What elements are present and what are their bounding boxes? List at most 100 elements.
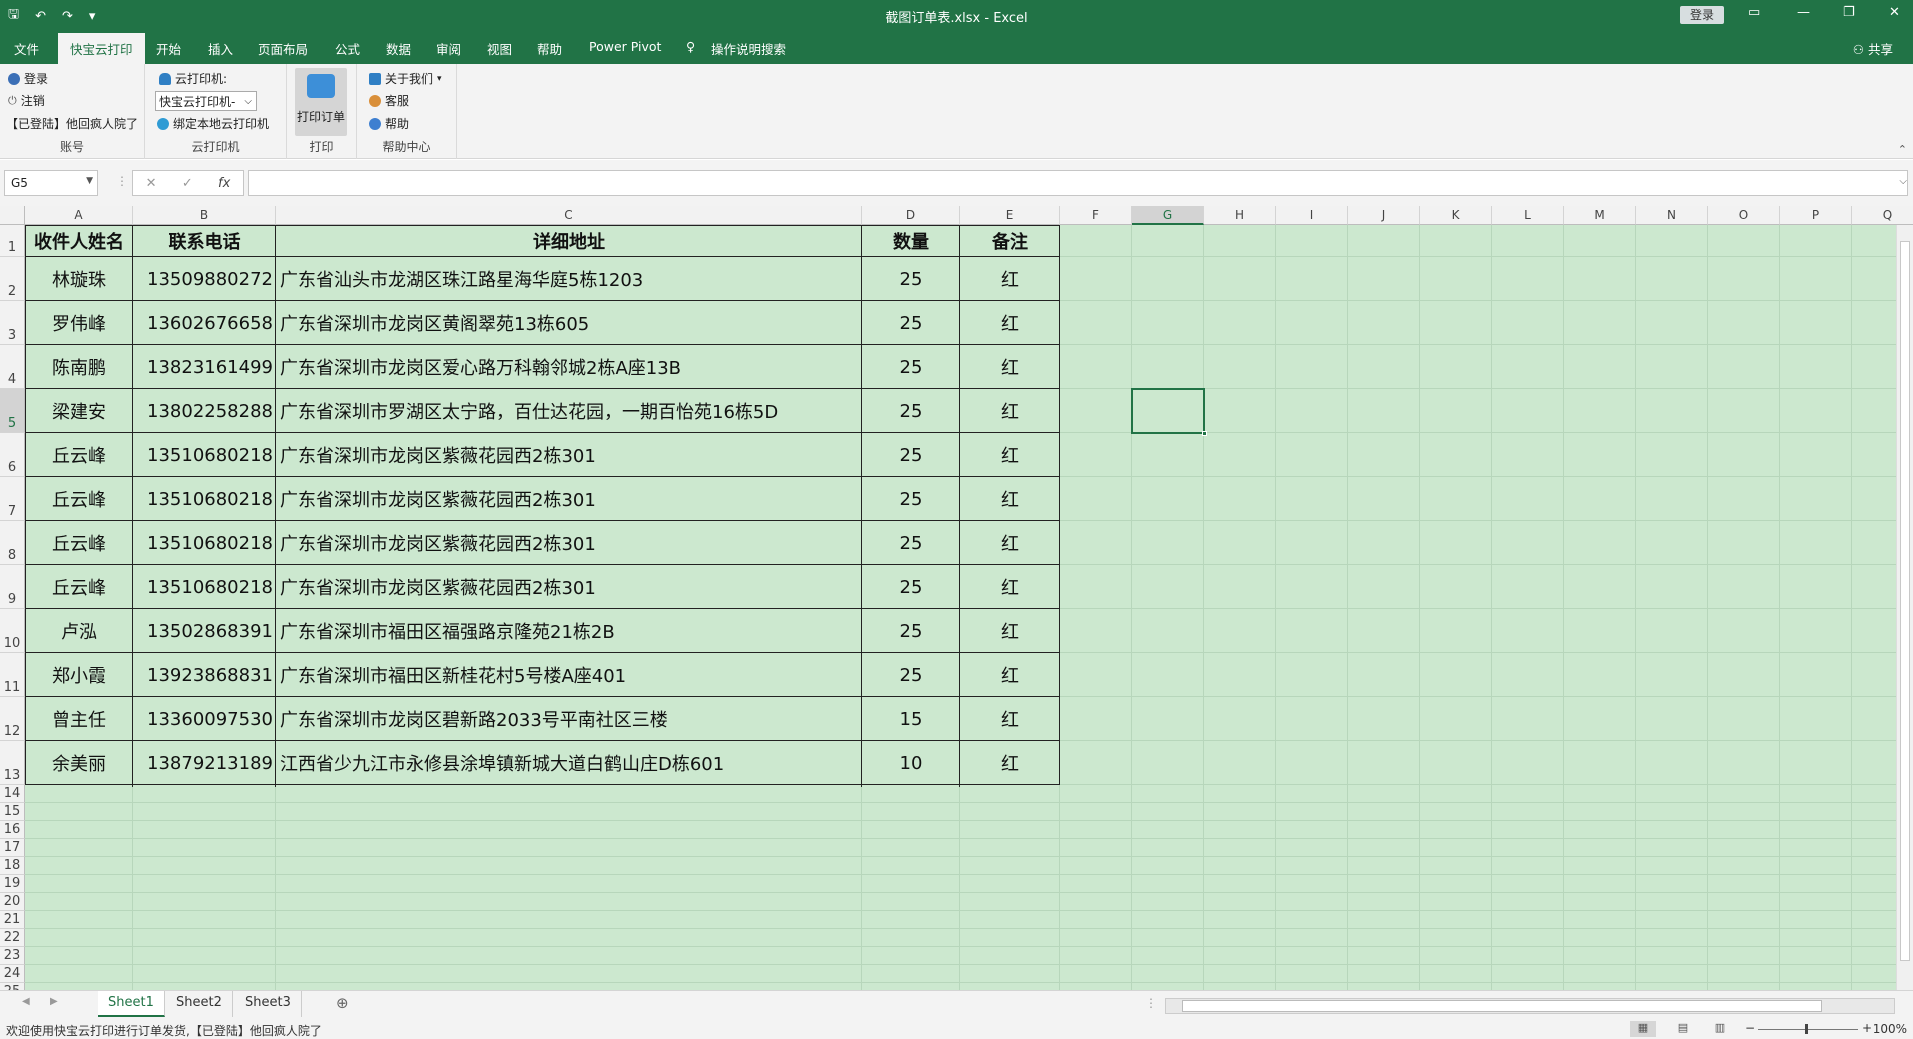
column-header[interactable]: D [862, 206, 960, 225]
row-header[interactable]: 19 [0, 875, 25, 893]
table-cell[interactable]: 收件人姓名 [25, 225, 133, 257]
cancel-icon[interactable]: ✕ [146, 176, 157, 191]
table-cell[interactable]: 25 [862, 653, 960, 697]
tab-file[interactable]: 文件 [14, 39, 39, 58]
table-cell[interactable]: 25 [862, 433, 960, 477]
page-break-view-icon[interactable]: ▥ [1707, 1021, 1733, 1037]
table-cell[interactable]: 25 [862, 345, 960, 389]
tab-home[interactable]: 开始 [156, 39, 181, 58]
bind-printer-button[interactable]: 绑定本地云打印机 [157, 115, 269, 132]
sheet-tab-3[interactable]: Sheet3 [235, 991, 302, 1017]
row-header[interactable]: 14 [0, 785, 25, 803]
table-cell[interactable]: 联系电话 [133, 225, 276, 257]
table-cell[interactable]: 25 [862, 389, 960, 433]
table-cell[interactable]: 13510680218 [133, 477, 276, 521]
restore-icon[interactable]: ❐ [1843, 5, 1855, 20]
customer-service-button[interactable]: 客服 [369, 92, 409, 109]
table-cell[interactable]: 广东省汕头市龙湖区珠江路星海华庭5栋1203 [276, 257, 862, 301]
table-cell[interactable]: 13879213189 [133, 741, 276, 785]
close-icon[interactable]: ✕ [1889, 5, 1900, 20]
table-cell[interactable]: 广东省深圳市龙岗区紫薇花园西2栋301 [276, 433, 862, 477]
table-cell[interactable]: 丘云峰 [25, 521, 133, 565]
table-cell[interactable]: 红 [960, 257, 1060, 301]
row-header[interactable]: 24 [0, 965, 25, 983]
table-cell[interactable]: 红 [960, 477, 1060, 521]
table-cell[interactable]: 红 [960, 345, 1060, 389]
expand-formula-icon[interactable]: ⌵ [1899, 176, 1907, 187]
table-cell[interactable]: 余美丽 [25, 741, 133, 785]
name-box[interactable]: G5 ▼ [4, 170, 98, 196]
table-cell[interactable]: 25 [862, 257, 960, 301]
table-cell[interactable]: 丘云峰 [25, 433, 133, 477]
share-button[interactable]: ⚇ 共享 [1853, 39, 1893, 58]
ribbon-display-options-icon[interactable]: ▭ [1748, 5, 1760, 20]
table-cell[interactable]: 13602676658 [133, 301, 276, 345]
zoom-in-icon[interactable]: + [1862, 1021, 1872, 1035]
table-cell[interactable]: 红 [960, 697, 1060, 741]
table-cell[interactable]: 红 [960, 609, 1060, 653]
login-button[interactable]: 登录 [8, 70, 48, 87]
add-sheet-icon[interactable]: ⊕ [336, 994, 349, 1012]
more-options-icon[interactable]: ⋮ [116, 174, 128, 188]
scroll-right-icon[interactable]: ▶ [50, 996, 58, 1007]
table-cell[interactable]: 红 [960, 521, 1060, 565]
row-header[interactable]: 17 [0, 839, 25, 857]
row-header[interactable]: 16 [0, 821, 25, 839]
table-cell[interactable]: 林璇珠 [25, 257, 133, 301]
signin-button[interactable]: 登录 [1680, 6, 1724, 24]
selected-cell[interactable] [1131, 388, 1207, 436]
fill-handle[interactable] [1202, 431, 1207, 436]
column-header[interactable]: Q [1852, 206, 1913, 225]
row-header[interactable]: 23 [0, 947, 25, 965]
table-cell[interactable]: 13360097530 [133, 697, 276, 741]
table-cell[interactable]: 江西省少九江市永修县涂埠镇新城大道白鹤山庄D栋601 [276, 741, 862, 785]
table-cell[interactable]: 陈南鹏 [25, 345, 133, 389]
row-header[interactable]: 13 [0, 741, 25, 785]
table-cell[interactable]: 红 [960, 653, 1060, 697]
table-cell[interactable]: 13510680218 [133, 565, 276, 609]
row-header[interactable]: 8 [0, 521, 25, 565]
row-header[interactable]: 4 [0, 345, 25, 389]
table-cell[interactable]: 25 [862, 521, 960, 565]
column-header[interactable]: O [1708, 206, 1780, 225]
table-cell[interactable]: 广东省深圳市龙岗区紫薇花园西2栋301 [276, 477, 862, 521]
table-cell[interactable]: 13823161499 [133, 345, 276, 389]
column-header[interactable]: H [1204, 206, 1276, 225]
zoom-out-icon[interactable]: − [1745, 1021, 1755, 1035]
table-cell[interactable]: 10 [862, 741, 960, 785]
table-cell[interactable]: 广东省深圳市龙岗区紫薇花园西2栋301 [276, 521, 862, 565]
row-header[interactable]: 3 [0, 301, 25, 345]
splitter-icon[interactable]: ⋮ [1145, 996, 1157, 1010]
table-cell[interactable]: 红 [960, 301, 1060, 345]
tab-formulas[interactable]: 公式 [335, 39, 360, 58]
table-cell[interactable]: 丘云峰 [25, 565, 133, 609]
enter-icon[interactable]: ✓ [182, 176, 193, 191]
vertical-scroll-thumb[interactable] [1900, 241, 1910, 961]
table-cell[interactable]: 广东省深圳市龙岗区碧新路2033号平南社区三楼 [276, 697, 862, 741]
row-header[interactable]: 7 [0, 477, 25, 521]
table-cell[interactable]: 红 [960, 565, 1060, 609]
table-cell[interactable]: 广东省深圳市龙岗区黄阁翠苑13栋605 [276, 301, 862, 345]
print-orders-button[interactable]: 打印订单 [295, 68, 347, 136]
horizontal-scroll-thumb[interactable] [1182, 1000, 1822, 1012]
column-header[interactable]: P [1780, 206, 1852, 225]
help-button[interactable]: 帮助 [369, 115, 409, 132]
table-cell[interactable]: 13802258288 [133, 389, 276, 433]
table-cell[interactable]: 红 [960, 389, 1060, 433]
column-header[interactable]: A [25, 206, 133, 225]
tab-page-layout[interactable]: 页面布局 [258, 39, 308, 58]
column-header[interactable]: B [133, 206, 276, 225]
table-cell[interactable]: 13923868831 [133, 653, 276, 697]
collapse-ribbon-icon[interactable]: ⌃ [1898, 143, 1907, 156]
row-header[interactable]: 2 [0, 257, 25, 301]
table-cell[interactable]: 广东省深圳市龙岗区爱心路万科翰邻城2栋A座13B [276, 345, 862, 389]
row-header[interactable]: 9 [0, 565, 25, 609]
column-header[interactable]: G [1132, 206, 1204, 225]
table-cell[interactable]: 15 [862, 697, 960, 741]
tell-me-search[interactable]: 操作说明搜索 [711, 39, 786, 58]
tab-view[interactable]: 视图 [487, 39, 512, 58]
zoom-slider[interactable] [1758, 1029, 1858, 1030]
column-header[interactable]: J [1348, 206, 1420, 225]
formula-input[interactable] [248, 170, 1908, 196]
select-all-corner[interactable] [0, 206, 25, 225]
